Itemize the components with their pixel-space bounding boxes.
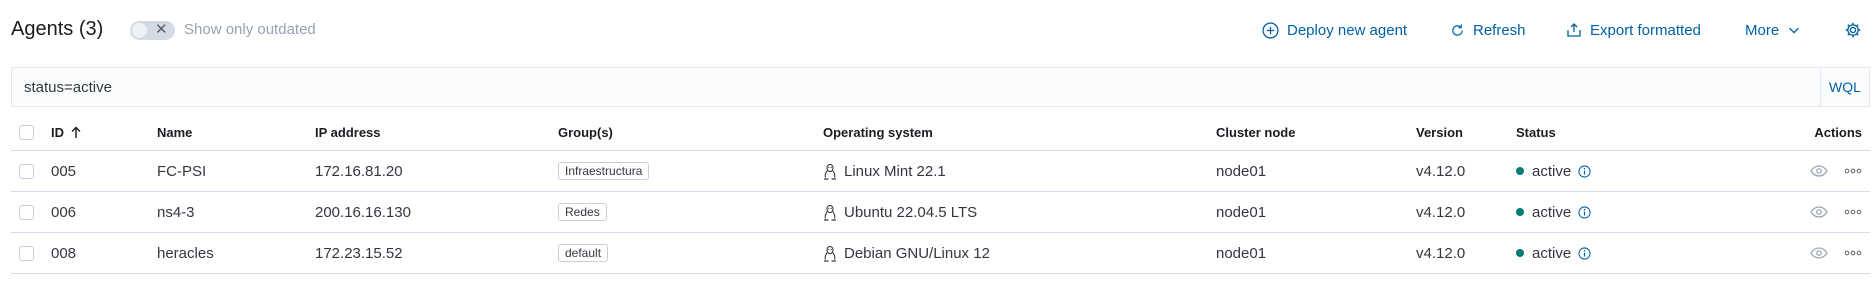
column-header-os[interactable]: Operating system: [823, 115, 933, 150]
view-details-eye-icon[interactable]: [1810, 206, 1828, 218]
info-icon[interactable]: [1578, 246, 1591, 260]
row-actions-cell: [1810, 192, 1862, 232]
agent-group-cell: Redes: [558, 192, 607, 232]
export-icon: [1566, 22, 1582, 38]
row-select-cell: [19, 151, 34, 191]
column-header-status[interactable]: Status: [1516, 115, 1556, 150]
agent-os-label: Linux Mint 22.1: [844, 162, 946, 180]
refresh-label: Refresh: [1473, 21, 1526, 39]
row-actions-cell: [1810, 233, 1862, 273]
table-row[interactable]: 006 ns4-3 200.16.16.130 Redes Ubuntu 22.…: [11, 192, 1870, 233]
view-details-eye-icon[interactable]: [1810, 165, 1828, 177]
page-title: Agents (3): [11, 18, 104, 40]
wql-language-button[interactable]: WQL: [1820, 68, 1869, 106]
agents-table: ID Name IP address Group(s) Operating sy…: [11, 115, 1870, 274]
view-details-eye-icon[interactable]: [1810, 247, 1828, 259]
close-icon: ✕: [155, 21, 168, 38]
agent-status-label: active: [1532, 244, 1572, 262]
linux-penguin-icon: [823, 204, 837, 221]
agent-status-cell: active: [1516, 192, 1591, 232]
sort-ascending-icon: [70, 126, 82, 139]
agent-version: v4.12.0: [1416, 244, 1466, 262]
agent-status-cell: active: [1516, 151, 1591, 191]
agent-name: FC-PSI: [157, 162, 207, 180]
table-header-row: ID Name IP address Group(s) Operating sy…: [11, 115, 1870, 151]
agent-group-cell: default: [558, 233, 609, 273]
column-header-version[interactable]: Version: [1416, 115, 1463, 150]
linux-penguin-icon: [823, 245, 837, 262]
agent-version: v4.12.0: [1416, 162, 1466, 180]
export-formatted-button[interactable]: Export formatted: [1566, 20, 1701, 40]
select-all-cell: [19, 115, 34, 150]
search-bar: WQL: [11, 67, 1870, 107]
linux-penguin-icon: [823, 163, 837, 180]
refresh-icon: [1450, 23, 1465, 38]
more-actions-ellipsis-icon[interactable]: [1844, 250, 1862, 256]
select-all-checkbox[interactable]: [19, 125, 34, 140]
settings-button[interactable]: [1844, 20, 1862, 40]
plus-circle-icon: [1262, 21, 1279, 39]
row-checkbox[interactable]: [19, 245, 34, 261]
group-badge[interactable]: Infraestructura: [558, 162, 650, 180]
row-actions-cell: [1810, 151, 1862, 191]
agent-cluster-node: node01: [1216, 203, 1267, 221]
more-label: More: [1745, 21, 1780, 39]
info-icon[interactable]: [1578, 205, 1591, 219]
agent-ip: 172.16.81.20: [315, 162, 403, 180]
table-row[interactable]: 008 heracles 172.23.15.52 default Debian…: [11, 233, 1870, 274]
deploy-new-agent-label: Deploy new agent: [1287, 21, 1408, 39]
refresh-button[interactable]: Refresh: [1450, 20, 1526, 40]
agent-cluster-node: node01: [1216, 244, 1267, 262]
agent-status-label: active: [1532, 162, 1572, 180]
column-header-name[interactable]: Name: [157, 115, 192, 150]
column-header-id-label: ID: [51, 125, 64, 140]
agent-status-label: active: [1532, 203, 1572, 221]
agent-name: heracles: [157, 244, 214, 262]
show-outdated-toggle[interactable]: ✕: [130, 21, 175, 40]
more-actions-ellipsis-icon[interactable]: [1844, 168, 1862, 174]
agent-status-cell: active: [1516, 233, 1591, 273]
agent-os-cell: Debian GNU/Linux 12: [823, 233, 990, 273]
agent-ip: 172.23.15.52: [315, 244, 403, 262]
status-dot-icon: [1516, 167, 1524, 175]
column-header-groups[interactable]: Group(s): [558, 115, 613, 150]
column-header-actions: Actions: [1814, 125, 1862, 140]
search-input[interactable]: [12, 68, 1821, 106]
deploy-new-agent-button[interactable]: Deploy new agent: [1262, 20, 1407, 40]
export-formatted-label: Export formatted: [1590, 21, 1701, 39]
column-header-id[interactable]: ID: [51, 115, 82, 150]
row-checkbox[interactable]: [19, 204, 34, 220]
agent-group-cell: Infraestructura: [558, 151, 650, 191]
agent-os-label: Ubuntu 22.04.5 LTS: [844, 203, 978, 221]
group-badge[interactable]: Redes: [558, 203, 607, 221]
row-select-cell: [19, 192, 34, 232]
row-select-cell: [19, 233, 34, 273]
toggle-knob: [132, 23, 147, 38]
column-header-ip[interactable]: IP address: [315, 115, 381, 150]
more-menu-button[interactable]: More: [1745, 20, 1801, 40]
more-actions-ellipsis-icon[interactable]: [1844, 209, 1862, 215]
row-checkbox[interactable]: [19, 163, 34, 179]
gear-icon: [1844, 21, 1862, 39]
show-outdated-label: Show only outdated: [184, 21, 316, 38]
agent-name: ns4-3: [157, 203, 195, 221]
agent-os-label: Debian GNU/Linux 12: [844, 244, 990, 262]
agent-version: v4.12.0: [1416, 203, 1466, 221]
table-row[interactable]: 005 FC-PSI 172.16.81.20 Infraestructura …: [11, 151, 1870, 192]
agent-os-cell: Ubuntu 22.04.5 LTS: [823, 192, 977, 232]
agent-ip: 200.16.16.130: [315, 203, 411, 221]
agent-os-cell: Linux Mint 22.1: [823, 151, 946, 191]
column-header-cluster-node[interactable]: Cluster node: [1216, 115, 1295, 150]
page-header: Agents (3) ✕ Show only outdated Deploy n…: [0, 0, 1875, 60]
status-dot-icon: [1516, 249, 1524, 257]
agent-id: 008: [51, 244, 77, 262]
group-badge[interactable]: default: [558, 244, 609, 262]
agent-id: 006: [51, 203, 77, 221]
agent-cluster-node: node01: [1216, 162, 1267, 180]
agent-id: 005: [51, 162, 77, 180]
status-dot-icon: [1516, 208, 1524, 216]
info-icon[interactable]: [1578, 164, 1591, 178]
chevron-down-icon: [1787, 23, 1801, 37]
